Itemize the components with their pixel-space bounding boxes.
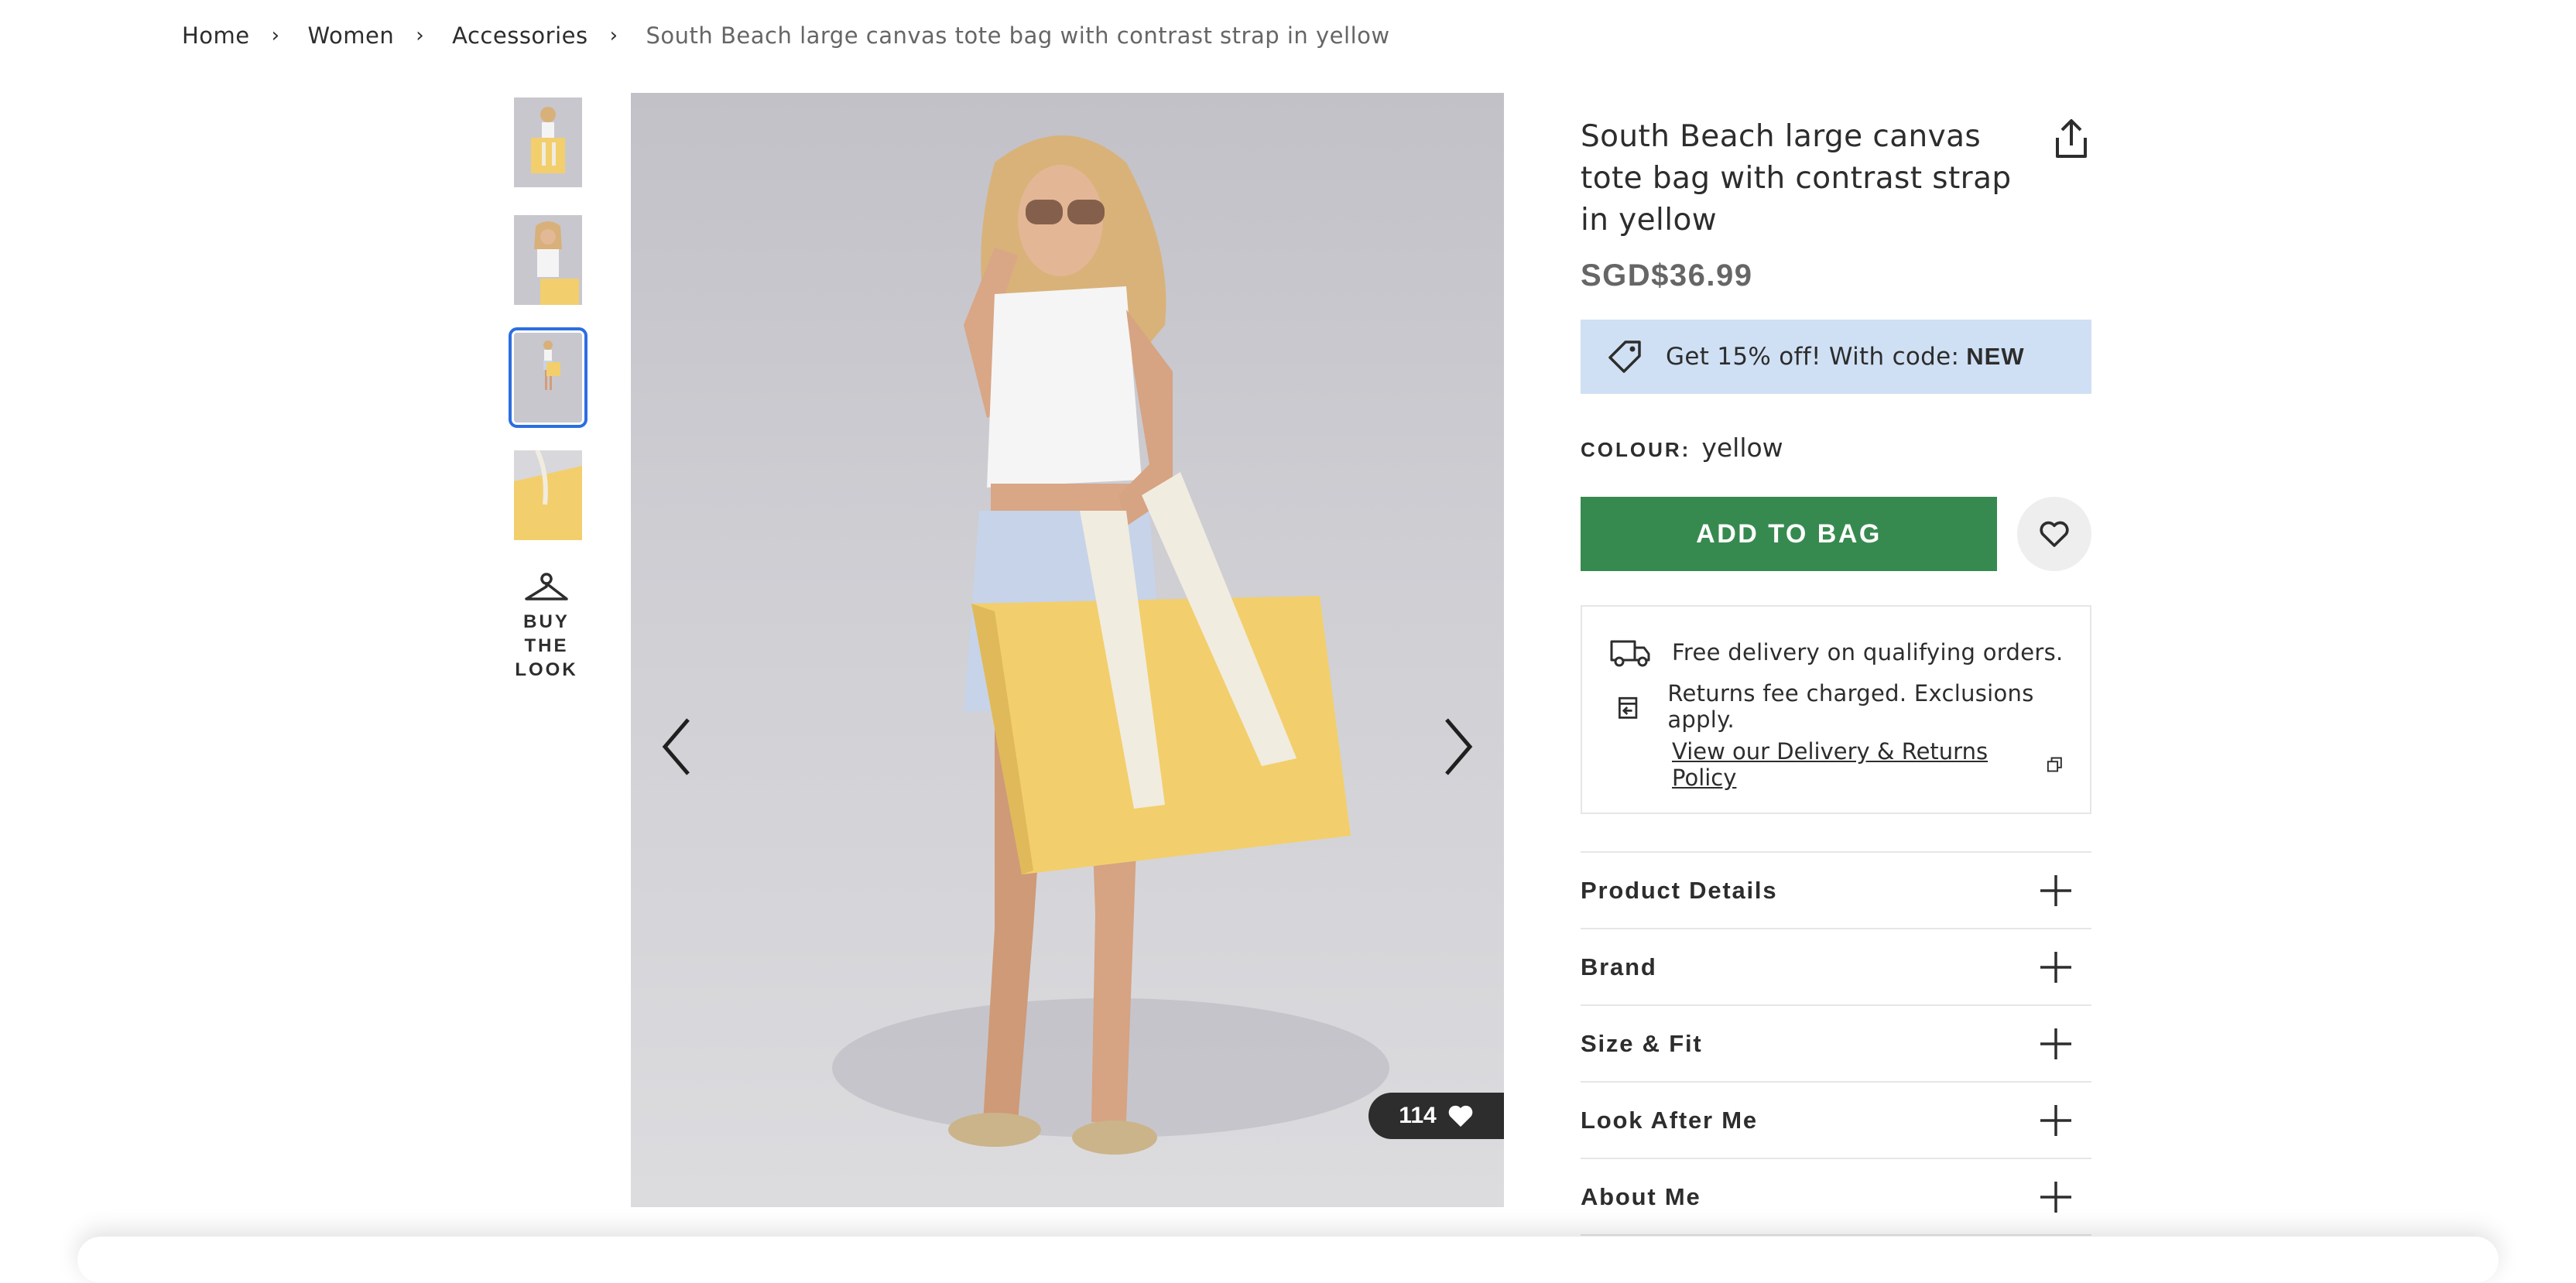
promo-banner: Get 15% off! With code: NEW [1581, 320, 2091, 394]
likes-count: 114 [1399, 1103, 1437, 1128]
delivery-policy-label: View our Delivery & Returns Policy [1672, 738, 1989, 791]
thumbnail-3[interactable] [509, 327, 587, 428]
product-price: SGD$36.99 [1581, 258, 1753, 293]
breadcrumb-women[interactable]: Women [308, 22, 395, 49]
add-to-bag-button[interactable]: ADD TO BAG [1581, 497, 1997, 571]
plus-icon [2040, 951, 2071, 983]
model-photo [832, 135, 1389, 1155]
heart-icon [2040, 521, 2069, 547]
plus-icon [2040, 1028, 2071, 1059]
accordion-label: Look After Me [1581, 1106, 1758, 1134]
previous-image-button[interactable] [654, 712, 701, 782]
likes-badge[interactable]: 114 [1368, 1093, 1504, 1139]
free-delivery-text: Free delivery on qualifying orders. [1672, 639, 2064, 665]
breadcrumb: Home › Women › Accessories › South Beach… [182, 20, 1390, 51]
hanger-icon [525, 573, 568, 600]
chevron-left-icon [662, 718, 690, 775]
delivery-policy-link[interactable]: View our Delivery & Returns Policy [1672, 738, 2064, 791]
promo-text: Get 15% off! With code: [1666, 343, 1960, 371]
share-button[interactable] [2051, 116, 2091, 163]
colour-label: COLOUR: [1581, 438, 1691, 461]
thumbnail-4[interactable] [514, 450, 582, 540]
returns-text: Returns fee charged. Exclusions apply. [1667, 680, 2034, 733]
breadcrumb-separator: › [271, 24, 280, 47]
plus-icon [2040, 1181, 2071, 1213]
chevron-right-icon [1445, 718, 1473, 775]
accordion-label: Brand [1581, 953, 1657, 980]
accordion-label: Product Details [1581, 876, 1778, 904]
buy-the-look[interactable]: BUY THE LOOK [506, 573, 587, 682]
delivery-box: Free delivery on qualifying orders. Retu… [1581, 605, 2091, 814]
thumbnail-1[interactable] [514, 98, 582, 187]
plus-icon [2040, 1104, 2071, 1136]
product-image: 114 [631, 93, 1504, 1207]
breadcrumb-home[interactable]: Home [182, 22, 250, 49]
accordion-size-fit[interactable]: Size & Fit [1581, 1006, 2091, 1083]
accordion-label: Size & Fit [1581, 1029, 1703, 1057]
returns-icon [1619, 696, 1638, 719]
breadcrumb-separator: › [416, 24, 425, 47]
truck-icon [1610, 640, 1650, 667]
bottom-panel-edge [77, 1237, 2499, 1283]
breadcrumb-accessories[interactable]: Accessories [452, 22, 587, 49]
buy-the-look-label: BUY THE LOOK [515, 611, 578, 680]
breadcrumb-separator: › [609, 24, 618, 47]
plus-icon [2040, 874, 2071, 906]
next-image-button[interactable] [1434, 712, 1481, 782]
heart-icon [1448, 1105, 1473, 1127]
accordion-product-details[interactable]: Product Details [1581, 853, 2091, 929]
tag-icon [1608, 340, 1641, 373]
product-title: South Beach large canvas tote bag with c… [1581, 119, 2012, 238]
save-for-later-button[interactable] [2017, 497, 2091, 571]
product-accordion: Product Details Brand Size & Fit Look Af… [1581, 851, 2091, 1236]
accordion-about-me[interactable]: About Me [1581, 1159, 2091, 1236]
breadcrumb-current: South Beach large canvas tote bag with c… [646, 22, 1390, 49]
thumbnail-2[interactable] [514, 215, 582, 305]
colour-value: yellow [1701, 433, 1783, 463]
accordion-brand[interactable]: Brand [1581, 929, 2091, 1006]
share-icon [2056, 119, 2087, 158]
product-info: South Beach large canvas tote bag with c… [1581, 93, 2091, 1236]
accordion-look-after-me[interactable]: Look After Me [1581, 1083, 2091, 1159]
promo-code: NEW [1966, 343, 2025, 370]
accordion-label: About Me [1581, 1182, 1701, 1210]
external-link-icon [2047, 757, 2063, 772]
colour-row: COLOUR: yellow [1581, 433, 2091, 463]
